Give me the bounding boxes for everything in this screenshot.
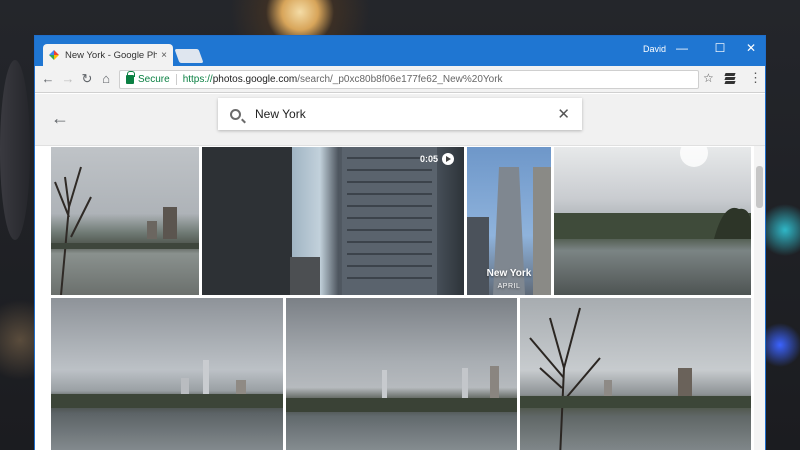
bookmark-star-icon[interactable]: ☆ (703, 71, 714, 85)
profile-name[interactable]: David (643, 44, 666, 54)
album-subtitle: APRIL (497, 283, 521, 290)
background-blur (0, 60, 30, 240)
minimize-button[interactable]: — (670, 39, 694, 59)
lock-icon (126, 71, 135, 84)
extension-icon[interactable] (724, 72, 737, 84)
search-box[interactable]: New York ✕ (218, 98, 582, 130)
close-tab-icon[interactable]: × (161, 50, 167, 61)
url-scheme: https:// (182, 74, 213, 85)
reload-icon[interactable]: ↻ (79, 71, 95, 87)
browser-tab[interactable]: New York - Google Photo × (43, 44, 173, 66)
url-path: /search/_p0xc80b8f06e177fe62_New%20York (297, 74, 503, 85)
menu-icon[interactable]: ⋮ (749, 70, 762, 86)
photo-thumbnail[interactable] (51, 147, 199, 295)
scrollbar-thumb[interactable] (756, 166, 763, 208)
home-icon[interactable]: ⌂ (98, 71, 114, 87)
photo-thumbnail[interactable] (554, 147, 751, 295)
duration-label: 0:05 (419, 154, 438, 164)
clear-search-icon[interactable]: ✕ (557, 105, 570, 123)
back-arrow-icon[interactable]: ← (51, 108, 69, 129)
play-icon (442, 153, 454, 165)
new-tab-button[interactable] (174, 49, 204, 63)
browser-window: New York - Google Photo × David — ☐ ✕ ← … (34, 35, 766, 450)
photos-app-bar: ← New York ✕ (35, 94, 765, 146)
video-duration: 0:05 (420, 153, 454, 165)
url-host: photos.google.com (212, 74, 298, 85)
photo-thumbnail[interactable] (286, 298, 517, 450)
forward-arrow-icon[interactable]: → (60, 71, 76, 87)
photo-grid: 0:05 New York APRIL (35, 146, 765, 450)
google-photos-icon (49, 50, 59, 60)
close-window-button[interactable]: ✕ (739, 39, 763, 59)
video-thumbnail[interactable]: 0:05 (202, 147, 464, 295)
title-bar: New York - Google Photo × David — ☐ ✕ (35, 36, 765, 66)
photo-thumbnail[interactable] (520, 298, 751, 450)
address-bar[interactable]: Secure https:// photos.google.com /searc… (119, 70, 699, 89)
photo-thumbnail[interactable]: New York APRIL (467, 147, 551, 295)
back-arrow-icon[interactable]: ← (40, 71, 56, 87)
album-title: New York (486, 268, 532, 279)
browser-toolbar: ← → ↻ ⌂ Secure https:// photos.google.co… (35, 66, 765, 93)
secure-label: Secure (138, 74, 170, 85)
photo-thumbnail[interactable] (51, 298, 283, 450)
maximize-button[interactable]: ☐ (708, 39, 732, 59)
search-icon (230, 108, 241, 120)
divider (175, 74, 177, 85)
tab-title: New York - Google Photo (65, 49, 157, 61)
search-input[interactable]: New York (255, 107, 557, 121)
